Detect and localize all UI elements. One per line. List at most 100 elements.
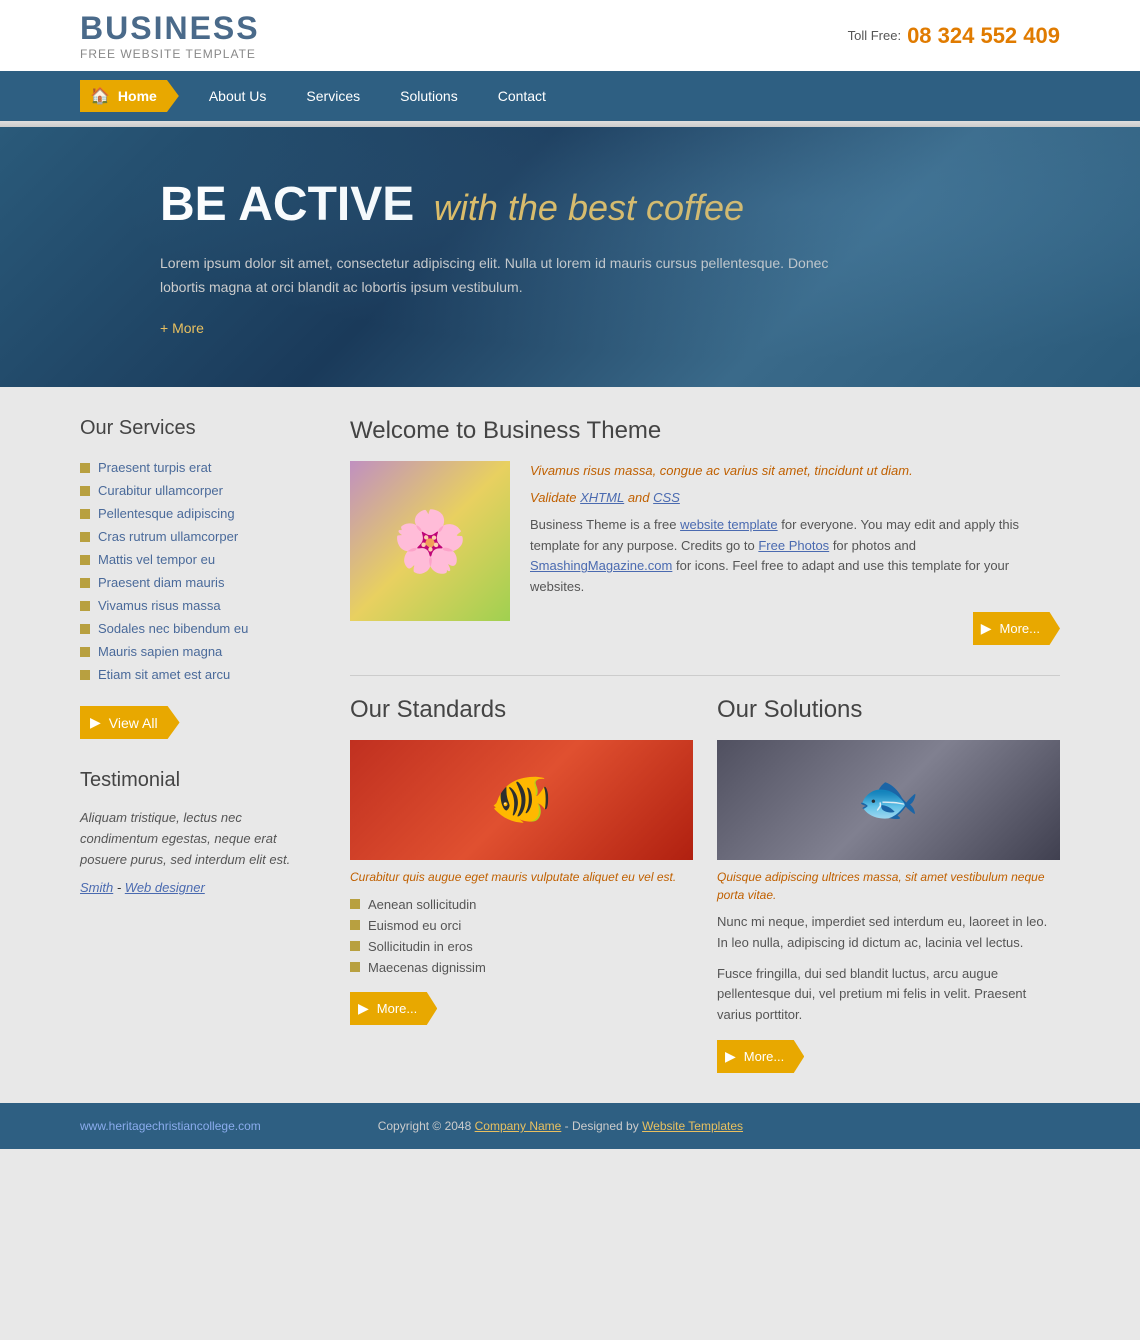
list-item: Aenean sollicitudin	[350, 894, 693, 915]
solutions-more-button[interactable]: ▶ More...	[717, 1040, 804, 1073]
service-label: Praesent turpis erat	[98, 460, 211, 475]
hero-title-sub: with the best coffee	[434, 187, 744, 228]
service-label: Etiam sit amet est arcu	[98, 667, 230, 682]
bullet-icon	[80, 601, 90, 611]
service-label: Vivamus risus massa	[98, 598, 221, 613]
list-item[interactable]: Sodales nec bibendum eu	[80, 617, 320, 640]
hero-title-main: BE ACTIVE	[160, 178, 414, 231]
welcome-section: Welcome to Business Theme 🌸 Vivamus risu…	[350, 417, 1060, 645]
standards-image: 🐠	[350, 740, 693, 860]
logo-title: BUSINESS	[80, 10, 260, 47]
services-title: Our Services	[80, 417, 320, 440]
service-label: Mattis vel tempor eu	[98, 552, 215, 567]
arrow-icon: ▶	[725, 1048, 736, 1065]
standards-caption: Curabitur quis augue eget mauris vulputa…	[350, 868, 693, 886]
service-label: Pellentesque adipiscing	[98, 506, 235, 521]
service-label: Sodales nec bibendum eu	[98, 621, 248, 636]
bullet-icon	[80, 670, 90, 680]
website-templates-link[interactable]: Website Templates	[642, 1119, 743, 1133]
arrow-icon: ▶	[358, 1000, 369, 1017]
standards-more-button[interactable]: ▶ More...	[350, 992, 437, 1025]
home-label: Home	[118, 88, 157, 104]
testimonial-section: Testimonial Aliquam tristique, lectus ne…	[80, 769, 320, 895]
main-content: Our Services Praesent turpis erat Curabi…	[0, 387, 1140, 1103]
nav-about[interactable]: About Us	[189, 88, 287, 104]
bullet-icon	[80, 578, 90, 588]
list-item[interactable]: Pellentesque adipiscing	[80, 502, 320, 525]
bw-fish-image: 🐟	[717, 740, 1060, 860]
testimonial-author: Smith - Web designer	[80, 880, 320, 895]
list-item: Sollicitudin in eros	[350, 936, 693, 957]
welcome-body: Business Theme is a free website templat…	[530, 515, 1060, 598]
service-label: Cras rutrum ullamcorper	[98, 529, 238, 544]
author-title-link[interactable]: Web designer	[125, 880, 205, 895]
bullet-icon	[350, 962, 360, 972]
smashing-link[interactable]: SmashingMagazine.com	[530, 558, 672, 573]
solutions-title: Our Solutions	[717, 696, 1060, 724]
view-all-button[interactable]: ▶ View All	[80, 706, 180, 739]
solutions-caption: Quisque adipiscing ultrices massa, sit a…	[717, 868, 1060, 904]
header: BUSINESS FREE WEBSITE TEMPLATE Toll Free…	[0, 0, 1140, 71]
service-label: Mauris sapien magna	[98, 644, 222, 659]
hero-more-link[interactable]: + More	[160, 320, 980, 336]
list-item[interactable]: Vivamus risus massa	[80, 594, 320, 617]
arrow-icon: ▶	[90, 714, 101, 731]
nav-contact[interactable]: Contact	[478, 88, 566, 104]
website-template-link[interactable]: website template	[680, 517, 778, 532]
css-link[interactable]: CSS	[653, 490, 680, 505]
content-area: Welcome to Business Theme 🌸 Vivamus risu…	[350, 417, 1060, 1073]
list-item[interactable]: Praesent diam mauris	[80, 571, 320, 594]
xhtml-link[interactable]: XHTML	[580, 490, 624, 505]
footer-url: www.heritagechristiancollege.com	[80, 1119, 261, 1133]
standards-list: Aenean sollicitudin Euismod eu orci Soll…	[350, 894, 693, 978]
welcome-more-button[interactable]: ▶ More...	[973, 612, 1060, 645]
welcome-text: Vivamus risus massa, congue ac varius si…	[530, 461, 1060, 645]
logo-subtitle: FREE WEBSITE TEMPLATE	[80, 47, 260, 61]
sidebar: Our Services Praesent turpis erat Curabi…	[80, 417, 320, 1073]
hero-banner: BE ACTIVE with the best coffee Lorem ips…	[0, 127, 1140, 387]
bullet-icon	[80, 509, 90, 519]
red-fish-image: 🐠	[350, 740, 693, 860]
author-name: Smith	[80, 880, 113, 895]
flower-image: 🌸	[350, 461, 510, 621]
nav-services[interactable]: Services	[286, 88, 380, 104]
list-item: Euismod eu orci	[350, 915, 693, 936]
list-item[interactable]: Curabitur ullamcorper	[80, 479, 320, 502]
section-divider	[350, 675, 1060, 676]
list-item: Maecenas dignissim	[350, 957, 693, 978]
navbar: 🏠 Home About Us Services Solutions Conta…	[0, 71, 1140, 121]
free-photos-link[interactable]: Free Photos	[758, 538, 829, 553]
list-item[interactable]: Praesent turpis erat	[80, 456, 320, 479]
bullet-icon	[350, 899, 360, 909]
services-list: Praesent turpis erat Curabitur ullamcorp…	[80, 456, 320, 686]
bullet-icon	[350, 920, 360, 930]
phone-number: 08 324 552 409	[907, 23, 1060, 49]
company-name-link[interactable]: Company Name	[475, 1119, 562, 1133]
solutions-section: Our Solutions 🐟 Quisque adipiscing ultri…	[717, 696, 1060, 1073]
standards-section: Our Standards 🐠 Curabitur quis augue ege…	[350, 696, 693, 1073]
hero-title-row: BE ACTIVE with the best coffee	[160, 177, 980, 232]
welcome-image: 🌸	[350, 461, 510, 621]
phone-area: Toll Free: 08 324 552 409	[848, 23, 1060, 49]
two-column-section: Our Standards 🐠 Curabitur quis augue ege…	[350, 696, 1060, 1073]
home-button[interactable]: 🏠 Home	[80, 80, 179, 112]
service-label: Curabitur ullamcorper	[98, 483, 223, 498]
welcome-italic: Vivamus risus massa, congue ac varius si…	[530, 461, 1060, 482]
footer-copyright: Copyright © 2048 Company Name - Designed…	[378, 1119, 743, 1133]
hero-description: Lorem ipsum dolor sit amet, consectetur …	[160, 252, 840, 300]
service-label: Praesent diam mauris	[98, 575, 224, 590]
list-item[interactable]: Mauris sapien magna	[80, 640, 320, 663]
list-item[interactable]: Mattis vel tempor eu	[80, 548, 320, 571]
validate-line: Validate XHTML and CSS	[530, 490, 1060, 505]
toll-free-label: Toll Free:	[848, 28, 901, 43]
solutions-body1: Nunc mi neque, imperdiet sed interdum eu…	[717, 912, 1060, 954]
bullet-icon	[80, 555, 90, 565]
bullet-icon	[80, 463, 90, 473]
bullet-icon	[80, 486, 90, 496]
list-item[interactable]: Cras rutrum ullamcorper	[80, 525, 320, 548]
nav-solutions[interactable]: Solutions	[380, 88, 478, 104]
list-item[interactable]: Etiam sit amet est arcu	[80, 663, 320, 686]
home-icon: 🏠	[90, 86, 110, 106]
solutions-image: 🐟	[717, 740, 1060, 860]
view-all-label: View All	[109, 715, 158, 731]
